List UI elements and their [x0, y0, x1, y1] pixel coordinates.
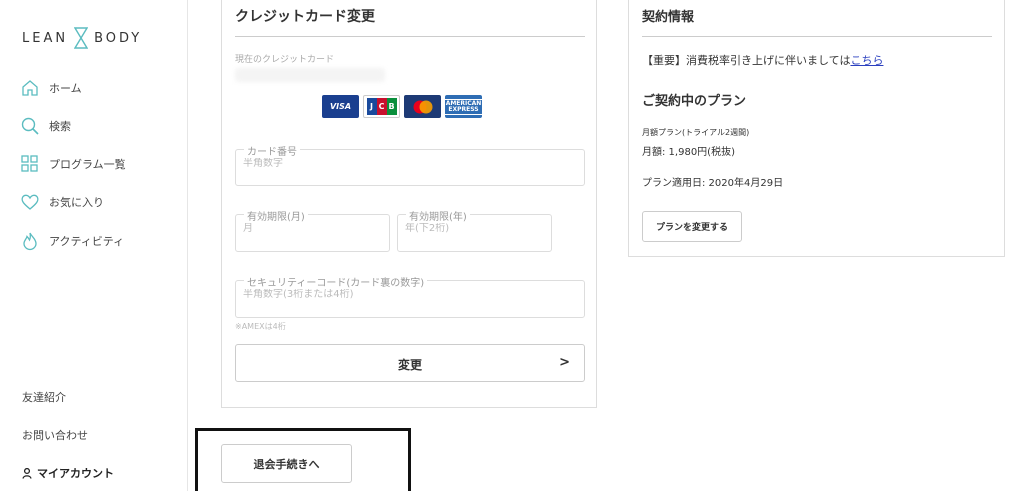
exp-month-input[interactable] [243, 223, 381, 234]
nav-item-label: ホーム [49, 82, 82, 95]
exp-year-input[interactable] [405, 223, 543, 234]
card-number-legend: カード番号 [244, 143, 300, 158]
sidebar: LEAN BODY ホーム 検索 プログラム一覧 お気に入り アクティビティ 友… [0, 0, 188, 491]
withdraw-button[interactable]: 退会手続きへ [221, 444, 352, 483]
logo-text-right: BODY [94, 30, 143, 46]
contact-link[interactable]: お問い合わせ [22, 427, 88, 443]
nav-item-programs[interactable]: プログラム一覧 [20, 152, 126, 176]
tax-notice-text: 【重要】消費税率引き上げに伴いましては [642, 54, 851, 67]
logo-text-left: LEAN [22, 30, 69, 46]
nav-item-favorites[interactable]: お気に入り [20, 190, 104, 214]
my-account-link[interactable]: マイアカウント [22, 465, 114, 481]
nav-item-label: アクティビティ [49, 235, 125, 248]
credit-card-panel: クレジットカード変更 現在のクレジットカード VISA JCB AMERICAN… [221, 0, 597, 408]
user-icon [22, 467, 32, 479]
card-brand-logos: VISA JCB AMERICAN EXPRESS [322, 95, 485, 118]
security-code-legend: セキュリティーコード(カード裏の数字) [244, 274, 428, 289]
exp-month-field[interactable]: 有効期限(月) [235, 208, 390, 252]
plan-start-date: プラン適用日: 2020年4月29日 [642, 178, 784, 189]
home-icon [22, 80, 38, 96]
contract-info-panel: 契約情報 【重要】消費税率引き上げに伴いましてはこちら ご契約中のプラン 月額プ… [628, 0, 1005, 257]
plan-name: 月額プラン(トライアル2週間) [642, 128, 750, 137]
referral-link[interactable]: 友達紹介 [22, 389, 66, 405]
nav-item-activity[interactable]: アクティビティ [20, 229, 124, 253]
tax-notice: 【重要】消費税率引き上げに伴いましてはこちら [642, 52, 883, 68]
change-plan-button[interactable]: プランを変更する [642, 211, 742, 242]
exp-year-field[interactable]: 有効期限(年) [397, 208, 552, 252]
divider [235, 36, 585, 37]
current-plan-heading: ご契約中のプラン [642, 94, 747, 109]
card-number-field[interactable]: カード番号 [235, 143, 585, 186]
amex-note: ※AMEXは4桁 [235, 322, 286, 331]
plan-price: 月額: 1,980円(税抜) [642, 147, 735, 158]
visa-logo: VISA [322, 95, 359, 118]
nav-item-search[interactable]: 検索 [20, 114, 71, 138]
nav-item-home[interactable]: ホーム [20, 76, 82, 100]
card-number-input[interactable] [243, 158, 557, 169]
nav-item-label: 検索 [49, 120, 71, 133]
divider [642, 36, 992, 37]
hourglass-logo-icon [74, 27, 89, 49]
change-card-button[interactable]: 変更 > [235, 344, 585, 382]
search-icon [21, 117, 39, 135]
mastercard-logo [404, 95, 441, 118]
exp-month-legend: 有効期限(月) [244, 208, 308, 223]
current-card-label: 現在のクレジットカード [235, 55, 335, 65]
tax-notice-link[interactable]: こちら [850, 54, 883, 67]
nav-item-label: プログラム一覧 [49, 158, 126, 171]
my-account-label: マイアカウント [37, 467, 114, 480]
security-code-field[interactable]: セキュリティーコード(カード裏の数字) [235, 274, 585, 318]
flame-icon [23, 232, 37, 251]
panel-title: クレジットカード変更 [235, 9, 375, 25]
heart-icon [21, 194, 39, 210]
amex-logo: AMERICAN EXPRESS [442, 95, 485, 118]
logo[interactable]: LEAN BODY [22, 26, 142, 50]
change-card-label: 変更 [397, 358, 422, 372]
jcb-logo: JCB [363, 95, 400, 118]
current-card-redacted [235, 68, 385, 82]
exp-year-legend: 有効期限(年) [406, 208, 470, 223]
grid-icon [21, 155, 38, 172]
nav-item-label: お気に入り [49, 196, 104, 209]
contract-title: 契約情報 [642, 10, 695, 25]
security-code-input[interactable] [243, 289, 557, 300]
chevron-right-icon: > [559, 355, 570, 370]
